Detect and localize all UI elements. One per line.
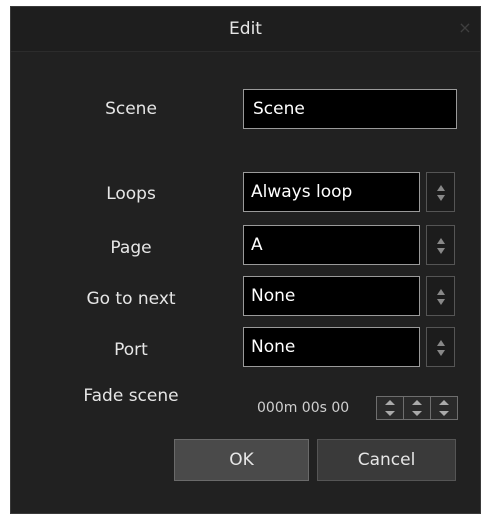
go-to-next-value[interactable]: None — [243, 276, 420, 316]
minutes-spinner[interactable] — [377, 397, 404, 419]
loops-value[interactable]: Always loop — [243, 172, 420, 212]
down-arrow-icon — [437, 350, 445, 356]
cancel-button[interactable]: Cancel — [317, 439, 456, 481]
scene-name-input[interactable]: Scene — [243, 89, 457, 129]
up-down-arrows-icon — [439, 400, 449, 416]
frames-spinner[interactable] — [431, 397, 457, 419]
scene-label: Scene — [105, 99, 157, 119]
title-bar: Edit × — [11, 7, 480, 52]
up-down-arrows-icon — [412, 400, 422, 416]
close-icon[interactable]: × — [456, 19, 474, 37]
dialog-title: Edit — [229, 19, 262, 39]
ok-button[interactable]: OK — [174, 439, 309, 481]
up-down-arrows-icon — [385, 400, 395, 416]
port-value[interactable]: None — [243, 327, 420, 367]
seconds-spinner[interactable] — [404, 397, 431, 419]
loops-spinner-button[interactable] — [426, 172, 455, 212]
page-spinner-button[interactable] — [426, 225, 455, 265]
down-arrow-icon — [437, 299, 445, 305]
go-to-next-spinner-button[interactable] — [426, 276, 455, 316]
up-arrow-icon — [437, 238, 445, 244]
port-spinner-button[interactable] — [426, 327, 455, 367]
page-value[interactable]: A — [243, 225, 420, 265]
page-label: Page — [110, 238, 152, 258]
port-label: Port — [114, 340, 148, 360]
fade-time-spinners[interactable] — [376, 396, 458, 420]
fade-scene-label: Fade scene — [83, 386, 179, 406]
up-arrow-icon — [437, 185, 445, 191]
up-arrow-icon — [437, 289, 445, 295]
go-to-next-label: Go to next — [86, 289, 176, 309]
fade-time-value[interactable]: 000m 00s 00 — [257, 396, 349, 420]
loops-label: Loops — [106, 184, 156, 204]
up-arrow-icon — [437, 340, 445, 346]
edit-dialog: Edit × Scene Scene Loops Always loop Pag… — [10, 6, 481, 514]
down-arrow-icon — [437, 195, 445, 201]
down-arrow-icon — [437, 248, 445, 254]
